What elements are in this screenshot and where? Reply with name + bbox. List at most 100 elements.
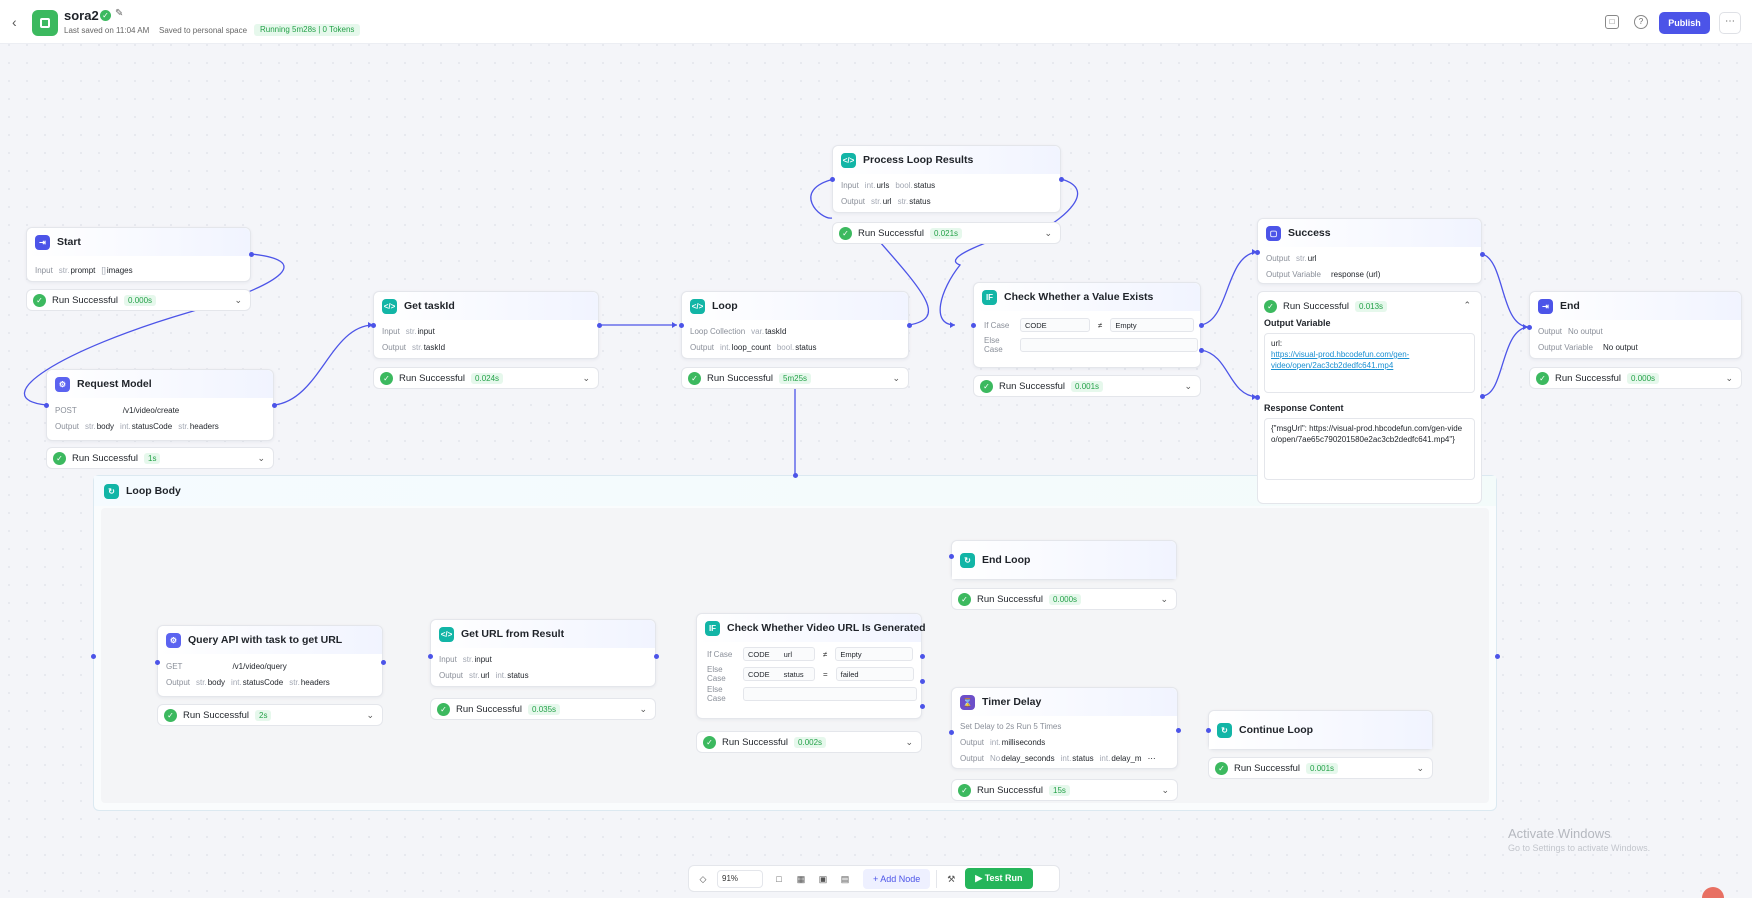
port[interactable] <box>1206 728 1211 733</box>
continue-loop-icon: ↻ <box>1217 722 1232 738</box>
back-arrow-icon[interactable]: ‹ <box>12 14 17 30</box>
node-start[interactable]: ⇥ Start Input str. prompt [] images <box>26 227 251 282</box>
history-icon[interactable]: □ <box>1605 15 1619 29</box>
node-check-video-url[interactable]: IF Check Whether Video URL Is Generated I… <box>696 613 926 719</box>
image-icon[interactable]: ▣ <box>815 871 831 887</box>
port[interactable] <box>249 252 254 257</box>
status-query-api[interactable]: ✓ Run Successful 2s ⌄ <box>157 704 383 726</box>
port[interactable] <box>1255 395 1260 400</box>
success-icon: ▢ <box>1266 225 1281 241</box>
status-loop[interactable]: ✓ Run Successful 5m25s ⌄ <box>681 367 909 389</box>
edge-check-success <box>1200 251 1258 326</box>
port[interactable] <box>428 654 433 659</box>
edge-process-loop-left <box>810 178 835 219</box>
port[interactable] <box>1176 728 1181 733</box>
wrench-icon[interactable]: ⚒ <box>943 871 959 887</box>
status-get-url[interactable]: ✓ Run Successful 0.035s ⌄ <box>430 698 656 720</box>
node-end-loop[interactable]: ↻ End Loop <box>951 540 1177 580</box>
comment-icon[interactable]: □ <box>771 871 787 887</box>
port[interactable] <box>272 403 277 408</box>
status-check-video-url[interactable]: ✓ Run Successful 0.002s ⌄ <box>696 731 922 753</box>
top-bar: ‹ sora2 ✓ ✎ Last saved on 11:04 AM Saved… <box>0 0 1752 44</box>
edge-success-end2 <box>1481 326 1529 397</box>
chevron-up-icon[interactable]: ⌃ <box>1463 300 1471 311</box>
port[interactable] <box>371 323 376 328</box>
port[interactable] <box>793 473 798 478</box>
status-end-loop[interactable]: ✓ Run Successful 0.000s ⌄ <box>951 588 1177 610</box>
edge-request-gettask <box>273 324 374 406</box>
port[interactable] <box>1255 250 1260 255</box>
condition-icon: IF <box>705 620 720 636</box>
port[interactable] <box>91 654 96 659</box>
hourglass-icon: ⌛ <box>960 694 975 710</box>
node-continue-loop[interactable]: ↻ Continue Loop <box>1208 710 1433 750</box>
port[interactable] <box>920 704 925 709</box>
zoom-select[interactable]: 91% <box>717 869 763 888</box>
chevron-down-icon[interactable]: ⌄ <box>257 453 265 464</box>
code-icon: </> <box>841 152 856 168</box>
node-process-loop-results[interactable]: </> Process Loop Results Input int. urls b… <box>832 145 1061 213</box>
status-check-value-exists[interactable]: ✓ Run Successful 0.001s ⌄ <box>973 375 1201 397</box>
port[interactable] <box>654 654 659 659</box>
node-request-model[interactable]: ⚙ Request Model POST/v1/video/create Outp… <box>46 369 274 441</box>
status-get-taskid[interactable]: ✓ Run Successful 0.024s ⌄ <box>373 367 599 389</box>
start-icon: ⇥ <box>35 234 50 250</box>
publish-button[interactable]: Publish <box>1659 12 1710 34</box>
port[interactable] <box>597 323 602 328</box>
port[interactable] <box>949 730 954 735</box>
chevron-down-icon[interactable]: ⌄ <box>234 295 242 306</box>
port[interactable] <box>1059 177 1064 182</box>
status-process-loop-results[interactable]: ✓ Run Successful 0.021s ⌄ <box>832 222 1061 244</box>
output-url-link[interactable]: https://visual-prod.hbcodefun.com/gen-vi… <box>1271 349 1468 371</box>
add-node-button[interactable]: + Add Node <box>863 868 931 889</box>
saved-space-text: Saved to personal space <box>159 26 248 35</box>
port[interactable] <box>155 660 160 665</box>
node-timer-delay[interactable]: ⌛ Timer Delay Set Delay to 2s Run 5 Times… <box>951 687 1178 769</box>
port[interactable] <box>1199 323 1204 328</box>
node-query-api[interactable]: ⚙ Query API with task to get URL GET/v1/v… <box>157 625 383 697</box>
edit-icon[interactable]: ✎ <box>115 8 123 19</box>
app-title: sora2 <box>64 8 99 23</box>
node-success[interactable]: ▢ Success Output str. url Output Variable re… <box>1257 218 1482 284</box>
port[interactable] <box>1199 348 1204 353</box>
minimap-icon[interactable]: ▤ <box>837 871 853 887</box>
port[interactable] <box>949 554 954 559</box>
port[interactable] <box>920 679 925 684</box>
status-end[interactable]: ✓ Run Successful 0.000s ⌄ <box>1529 367 1742 389</box>
status-timer-delay[interactable]: ✓ Run Successful 15s ⌄ <box>951 779 1178 801</box>
edge-check-else <box>1200 349 1258 398</box>
app-logo-icon <box>32 10 58 36</box>
port[interactable] <box>1480 252 1485 257</box>
grid-icon[interactable]: ▦ <box>793 871 809 887</box>
port[interactable] <box>381 660 386 665</box>
status-continue-loop[interactable]: ✓ Run Successful 0.001s ⌄ <box>1208 757 1433 779</box>
port[interactable] <box>1527 325 1532 330</box>
mouse-mode-icon[interactable]: ◇ <box>695 871 711 887</box>
node-loop[interactable]: </> Loop Loop Collection var. taskId Output… <box>681 291 909 359</box>
node-check-value-exists[interactable]: IF Check Whether a Value Exists If Case CO… <box>973 282 1201 368</box>
condition-icon: IF <box>982 289 997 305</box>
node-get-taskid[interactable]: </> Get taskId Input str. input Output str. t… <box>373 291 599 359</box>
port[interactable] <box>679 323 684 328</box>
api-icon: ⚙ <box>55 376 70 392</box>
more-menu-button[interactable]: ⋯ <box>1719 12 1741 34</box>
port[interactable] <box>44 403 49 408</box>
port[interactable] <box>907 323 912 328</box>
port[interactable] <box>971 323 976 328</box>
windows-watermark-subtitle: Go to Settings to activate Windows. <box>1508 843 1651 853</box>
verified-icon: ✓ <box>100 10 111 21</box>
test-run-button[interactable]: ▶ Test Run <box>965 868 1033 889</box>
port[interactable] <box>1495 654 1500 659</box>
port[interactable] <box>1480 394 1485 399</box>
status-request-model[interactable]: ✓ Run Successful 1s ⌄ <box>46 447 274 469</box>
port[interactable] <box>920 654 925 659</box>
node-title: Start <box>57 236 81 248</box>
node-end[interactable]: ⇥ End Output No output Output Variable No o… <box>1529 291 1742 359</box>
help-icon[interactable]: ? <box>1634 15 1648 29</box>
windows-watermark-title: Activate Windows <box>1508 826 1611 841</box>
status-start[interactable]: ✓ Run Successful 0.000s ⌄ <box>26 289 251 311</box>
bottom-toolbar: ◇ 91% □ ▦ ▣ ▤ + Add Node ⚒ ▶ Test Run <box>688 865 1060 892</box>
end-loop-icon: ↻ <box>960 552 975 568</box>
port[interactable] <box>830 177 835 182</box>
node-get-url[interactable]: </> Get URL from Result Input str. input Ou… <box>430 619 656 687</box>
